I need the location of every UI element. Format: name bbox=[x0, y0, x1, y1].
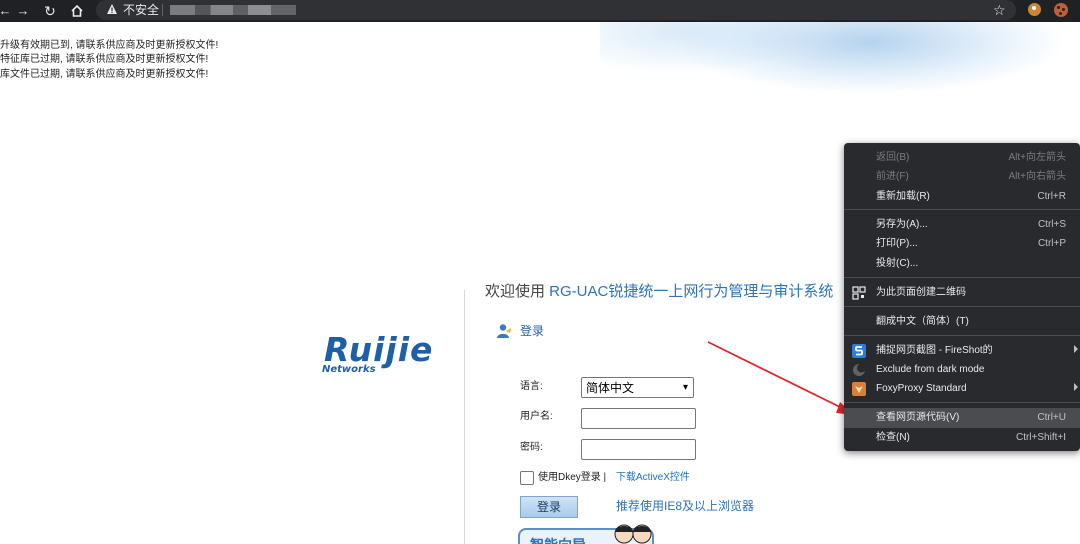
language-select-value: 简体中文 bbox=[586, 381, 635, 395]
forward-icon[interactable]: → bbox=[14, 2, 32, 20]
omnibox-divider bbox=[162, 4, 163, 16]
menu-separator bbox=[844, 277, 1080, 278]
login-divider bbox=[464, 290, 465, 544]
browser-toolbar: ← → ↻ 不安全 ☆ bbox=[0, 0, 1080, 22]
menu-item-label: FoxyProxy Standard bbox=[876, 383, 967, 394]
foxyproxy-icon bbox=[852, 382, 866, 396]
license-notice-library: 库文件已过期, 请联系供应商及时更新授权文件! bbox=[0, 69, 209, 80]
language-label: 语言: bbox=[520, 381, 543, 392]
cookie-editor-extension-icon[interactable] bbox=[1054, 3, 1068, 17]
menu-item-label: 打印(P)... bbox=[876, 238, 918, 249]
menu-item-qr-code[interactable]: 为此页面创建二维码 bbox=[844, 283, 1080, 303]
reload-icon[interactable]: ↻ bbox=[41, 2, 59, 20]
back-icon[interactable]: ← bbox=[0, 2, 14, 20]
menu-item-label: 翻成中文（简体）(T) bbox=[876, 316, 969, 327]
dark-mode-icon bbox=[853, 363, 866, 376]
browser-recommendation: 推荐使用IE8及以上浏览器 bbox=[616, 499, 755, 513]
cartoon-figures-icon bbox=[614, 524, 652, 544]
menu-item-cast[interactable]: 投射(C)... bbox=[844, 254, 1080, 274]
menu-item-label: 检查(N) bbox=[876, 432, 910, 443]
menu-item-translate[interactable]: 翻成中文（简体）(T) bbox=[844, 312, 1080, 332]
menu-item-view-source[interactable]: 查看网页源代码(V) Ctrl+U bbox=[844, 408, 1080, 428]
menu-separator bbox=[844, 306, 1080, 307]
welcome-prefix: 欢迎使用 bbox=[485, 283, 550, 300]
chevron-down-icon: ▾ bbox=[682, 382, 688, 393]
menu-item-shortcut: Ctrl+R bbox=[1037, 191, 1066, 202]
menu-separator bbox=[844, 335, 1080, 336]
menu-item-shortcut: Alt+向左箭头 bbox=[1008, 152, 1066, 163]
menu-item-reload[interactable]: 重新加载(R) Ctrl+R bbox=[844, 187, 1080, 207]
annotation-arrow bbox=[707, 341, 854, 415]
star-icon[interactable]: ☆ bbox=[993, 1, 1006, 19]
menu-item-dark-mode[interactable]: Exclude from dark mode bbox=[844, 360, 1080, 380]
menu-item-shortcut: Alt+向右箭头 bbox=[1008, 171, 1066, 182]
activex-download-link[interactable]: 下载ActiveX控件 bbox=[616, 471, 690, 485]
smart-guide-text: 智能向导 bbox=[530, 536, 586, 544]
menu-item-label: 查看网页源代码(V) bbox=[876, 412, 960, 423]
menu-item-label: 投射(C)... bbox=[876, 258, 919, 269]
screenshot-root: ← → ↻ 不安全 ☆ 升级有效期已到, 请联系供应商及时更新授权文件! 特征库… bbox=[0, 0, 1080, 544]
menu-separator bbox=[844, 209, 1080, 210]
menu-item-save-as[interactable]: 另存为(A)... Ctrl+S bbox=[844, 215, 1080, 235]
menu-item-shortcut: Ctrl+Shift+I bbox=[1015, 432, 1066, 443]
menu-item-print[interactable]: 打印(P)... Ctrl+P bbox=[844, 234, 1080, 254]
menu-item-shortcut: Ctrl+S bbox=[1037, 219, 1066, 230]
dkey-label: 使用Dkey登录 | bbox=[538, 472, 607, 483]
license-notice-upgrade: 升级有效期已到, 请联系供应商及时更新授权文件! bbox=[0, 40, 219, 51]
context-menu: 返回(B) Alt+向左箭头 前进(F) Alt+向右箭头 重新加载(R) Ct… bbox=[844, 143, 1080, 451]
menu-item-label: 前进(F) bbox=[876, 171, 909, 182]
username-input[interactable] bbox=[581, 408, 696, 429]
product-name: RG-UAC锐捷统一上网行为管理与审计系统 bbox=[549, 283, 834, 300]
menu-item-foxyproxy[interactable]: FoxyProxy Standard bbox=[844, 379, 1080, 399]
menu-item-label: 捕捉网页截图 - FireShot的 bbox=[876, 345, 993, 356]
menu-item-forward[interactable]: 前进(F) Alt+向右箭头 bbox=[844, 167, 1080, 187]
header-sky-background bbox=[600, 22, 1080, 142]
home-icon[interactable] bbox=[68, 2, 86, 20]
warning-icon[interactable] bbox=[106, 3, 118, 15]
password-label: 密码: bbox=[520, 442, 543, 453]
language-select[interactable]: 简体中文 ▾ bbox=[581, 377, 694, 398]
fireshot-icon bbox=[852, 344, 866, 358]
login-button[interactable]: 登录 bbox=[520, 496, 578, 518]
menu-item-label: 重新加载(R) bbox=[876, 191, 930, 202]
login-title: 登录 bbox=[520, 324, 545, 338]
menu-item-back[interactable]: 返回(B) Alt+向左箭头 bbox=[844, 148, 1080, 168]
qr-code-icon bbox=[852, 286, 866, 300]
menu-item-label: 另存为(A)... bbox=[876, 219, 928, 230]
password-input[interactable] bbox=[581, 439, 696, 460]
username-label: 用户名: bbox=[520, 411, 553, 422]
ruijie-logo: Ruijie Networks bbox=[320, 330, 450, 380]
submenu-arrow-icon bbox=[1074, 345, 1078, 353]
logo-sub: Networks bbox=[322, 364, 376, 375]
menu-item-shortcut: Ctrl+P bbox=[1037, 238, 1066, 249]
menu-item-label: 为此页面创建二维码 bbox=[876, 287, 966, 298]
address-bar[interactable]: 不安全 ☆ bbox=[96, 0, 1016, 20]
submenu-arrow-icon bbox=[1074, 383, 1078, 391]
menu-item-inspect[interactable]: 检查(N) Ctrl+Shift+I bbox=[844, 428, 1080, 448]
menu-item-fireshot[interactable]: 捕捉网页截图 - FireShot的 bbox=[844, 341, 1080, 361]
menu-separator bbox=[844, 402, 1080, 403]
menu-item-label: 返回(B) bbox=[876, 152, 910, 163]
redacted-url bbox=[170, 5, 296, 15]
dkey-checkbox[interactable] bbox=[520, 471, 534, 485]
cookie-extension-icon[interactable] bbox=[1028, 3, 1041, 16]
user-icon bbox=[497, 324, 511, 338]
menu-item-shortcut: Ctrl+U bbox=[1037, 412, 1066, 423]
license-notice-signature: 特征库已过期, 请联系供应商及时更新授权文件! bbox=[0, 54, 209, 65]
menu-item-label: Exclude from dark mode bbox=[876, 364, 985, 375]
security-label: 不安全 bbox=[123, 3, 160, 17]
welcome-title: 欢迎使用 RG-UAC锐捷统一上网行为管理与审计系统 bbox=[485, 282, 833, 302]
